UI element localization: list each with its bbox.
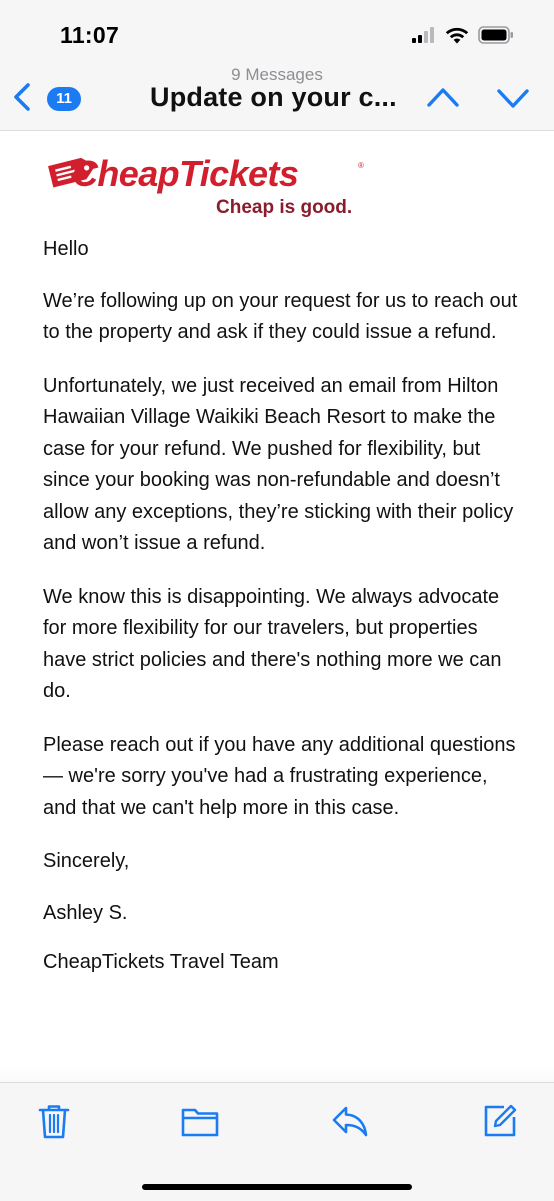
wifi-icon xyxy=(445,27,469,43)
email-paragraph: Please reach out if you have any additio… xyxy=(43,733,516,819)
thread-title: Update on your c... xyxy=(150,82,397,112)
brand-tagline: Cheap is good. xyxy=(216,197,353,218)
email-paragraph: Unfortunately, we just received an email… xyxy=(43,374,514,555)
status-icons xyxy=(412,25,514,45)
signature-name: Ashley S. xyxy=(43,901,128,924)
compose-icon[interactable] xyxy=(480,1101,520,1141)
battery-icon xyxy=(478,26,513,44)
trash-icon[interactable] xyxy=(34,1101,74,1141)
back-chevron-icon[interactable] xyxy=(10,82,34,112)
reply-icon[interactable] xyxy=(330,1101,370,1141)
email-paragraph: We’re following up on your request for u… xyxy=(43,289,518,344)
message-nav-bar: 11 9 Messages Update on your c... xyxy=(0,64,554,131)
brand-wordmark: CheapTickets xyxy=(72,153,299,194)
status-bar: 11:07 xyxy=(0,0,554,64)
email-closing: Sincerely, xyxy=(43,850,130,872)
status-time: 11:07 xyxy=(60,22,120,48)
cellular-signal-icon xyxy=(412,27,434,43)
email-greeting: Hello xyxy=(43,238,89,260)
home-indicator xyxy=(142,1184,412,1190)
signature-team: CheapTickets Travel Team xyxy=(43,951,279,973)
folder-icon[interactable] xyxy=(180,1101,220,1141)
registered-mark: ® xyxy=(358,161,364,170)
email-paragraph: We know this is disappointing. We always… xyxy=(43,585,502,703)
email-body: Hello We’re following up on your request… xyxy=(43,234,523,1005)
chevron-up-icon[interactable] xyxy=(426,86,460,108)
chevron-down-icon[interactable] xyxy=(496,88,530,110)
cheaptickets-logo: CheapTickets ® Cheap is good. xyxy=(44,147,374,223)
unread-count-badge[interactable]: 11 xyxy=(47,87,81,111)
